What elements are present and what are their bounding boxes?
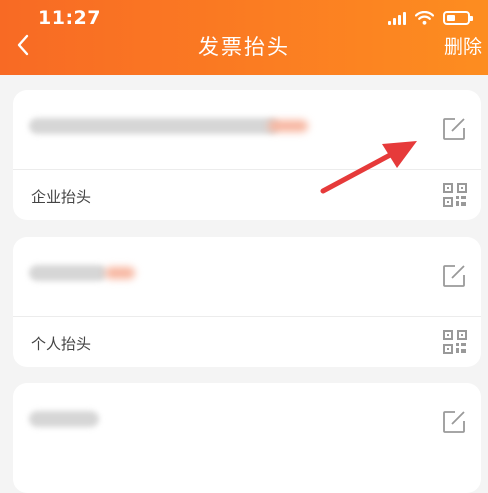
invoice-card-header [13, 237, 481, 317]
app-header: 11:27 发票抬头 删除 [0, 0, 488, 75]
edit-icon[interactable] [441, 116, 467, 142]
edit-icon[interactable] [441, 409, 467, 435]
edit-icon[interactable] [441, 263, 467, 289]
wifi-icon [415, 11, 434, 25]
qr-code-icon[interactable] [443, 330, 467, 354]
invoice-card[interactable]: 个人抬头 [13, 237, 481, 367]
qr-code-icon[interactable] [443, 183, 467, 207]
page-title: 发票抬头 [198, 35, 290, 59]
delete-button[interactable]: 删除 [444, 32, 482, 59]
blurred-invoice-name [29, 118, 279, 134]
invoice-card-header [13, 383, 481, 463]
blurred-invoice-name [29, 411, 99, 427]
blurred-invoice-accent [268, 120, 308, 132]
invoice-card[interactable] [13, 383, 481, 493]
status-icons [388, 10, 473, 26]
status-time: 11:27 [38, 7, 101, 29]
invoice-type-label: 个人抬头 [31, 335, 92, 353]
invoice-card-footer: 个人抬头 [13, 317, 481, 367]
invoice-type-label: 企业抬头 [31, 188, 92, 206]
battery-icon [443, 11, 473, 25]
blurred-invoice-name [29, 265, 107, 281]
blurred-invoice-accent [105, 267, 135, 279]
signal-icon [388, 11, 406, 25]
annotation-arrow-icon [320, 141, 417, 194]
battery-level [447, 15, 455, 21]
